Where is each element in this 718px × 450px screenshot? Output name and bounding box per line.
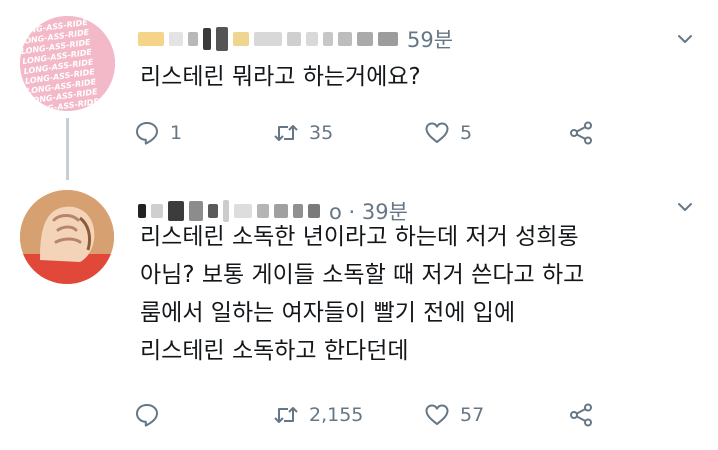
share-button[interactable] <box>568 400 594 430</box>
tweet-text-line: 아님? 보통 게이들 소독할 때 저거 쓴다고 하고 <box>140 262 585 288</box>
blurred-handle[interactable] <box>234 204 252 218</box>
blurred-handle[interactable] <box>233 32 249 46</box>
avatar[interactable] <box>20 190 114 284</box>
heart-icon <box>425 122 449 143</box>
tweet-actions: 2,155 57 <box>0 400 718 430</box>
retweet-button[interactable]: 2,155 <box>273 400 363 430</box>
blurred-handle[interactable] <box>323 32 333 46</box>
blurred-handle[interactable] <box>254 32 282 46</box>
tweet-header: 59분 <box>138 24 453 54</box>
tweet-text: 리스테린 소독한 년이라고 하는데 저거 성희롱 아님? 보통 게이들 소독할 … <box>140 218 678 370</box>
retweet-icon <box>274 125 298 141</box>
chevron-down-icon[interactable] <box>676 30 694 48</box>
blurred-handle[interactable] <box>257 204 269 218</box>
blurred-handle[interactable] <box>308 204 320 218</box>
tweet-text-line: 리스테린 뭐라고 하는거에요? <box>140 64 421 90</box>
blurred-name[interactable] <box>216 27 228 51</box>
tweet-time[interactable]: 59분 <box>407 24 453 54</box>
blurred-name[interactable] <box>203 28 211 50</box>
blurred-name[interactable] <box>151 204 163 218</box>
heart-icon <box>425 404 449 425</box>
tweet-2[interactable]: o · 39분 리스테린 소독한 년이라고 하는데 저거 성희롱 아님? 보통 … <box>0 178 718 450</box>
tweet-text-line: 리스테린 소독하고 한다던데 <box>140 338 409 364</box>
tweet-text-line: 룸에서 일하는 여자들이 빨기 전에 입에 <box>140 300 516 326</box>
tweet-text: 리스테린 뭐라고 하는거에요? <box>140 58 678 96</box>
share-icon <box>570 403 592 427</box>
blurred-handle[interactable] <box>293 204 303 218</box>
like-button[interactable]: 57 <box>424 400 484 430</box>
reply-count: 1 <box>170 122 183 144</box>
blurred-name[interactable] <box>169 32 183 46</box>
like-button[interactable]: 5 <box>424 118 472 148</box>
tweet-text-line: 리스테린 소독한 년이라고 하는데 저거 성희롱 <box>140 224 579 250</box>
retweet-icon <box>274 407 298 423</box>
reply-icon <box>136 122 158 145</box>
blurred-handle[interactable] <box>357 32 373 46</box>
blurred-name[interactable] <box>208 204 218 218</box>
blurred-name[interactable] <box>188 32 198 46</box>
like-count: 57 <box>460 404 485 426</box>
tweet-1[interactable]: A LONG-ASS-RIDE A LONG-ASS-RIDE A LONG-A… <box>0 0 718 170</box>
reply-icon <box>136 404 158 427</box>
blurred-handle[interactable] <box>378 32 398 46</box>
retweet-button[interactable]: 35 <box>273 118 333 148</box>
share-button[interactable] <box>568 118 594 148</box>
reply-button[interactable] <box>134 400 170 430</box>
blurred-name[interactable] <box>138 204 146 218</box>
avatar[interactable]: A LONG-ASS-RIDE A LONG-ASS-RIDE A LONG-A… <box>20 16 115 111</box>
avatar-pattern: A LONG-ASS-RIDE A LONG-ASS-RIDE A LONG-A… <box>20 16 115 111</box>
reply-button[interactable]: 1 <box>134 118 182 148</box>
blurred-handle[interactable] <box>287 32 301 46</box>
retweet-count: 35 <box>309 122 334 144</box>
avatar-figure <box>20 190 114 284</box>
chevron-down-icon[interactable] <box>676 198 694 216</box>
tweet-actions: 1 35 5 <box>0 118 718 148</box>
retweet-count: 2,155 <box>309 404 364 426</box>
blurred-handle[interactable] <box>338 32 352 46</box>
share-icon <box>570 121 592 145</box>
like-count: 5 <box>460 122 473 144</box>
blurred-handle[interactable] <box>306 32 318 46</box>
blurred-name[interactable] <box>138 32 164 46</box>
blurred-handle[interactable] <box>274 204 288 218</box>
